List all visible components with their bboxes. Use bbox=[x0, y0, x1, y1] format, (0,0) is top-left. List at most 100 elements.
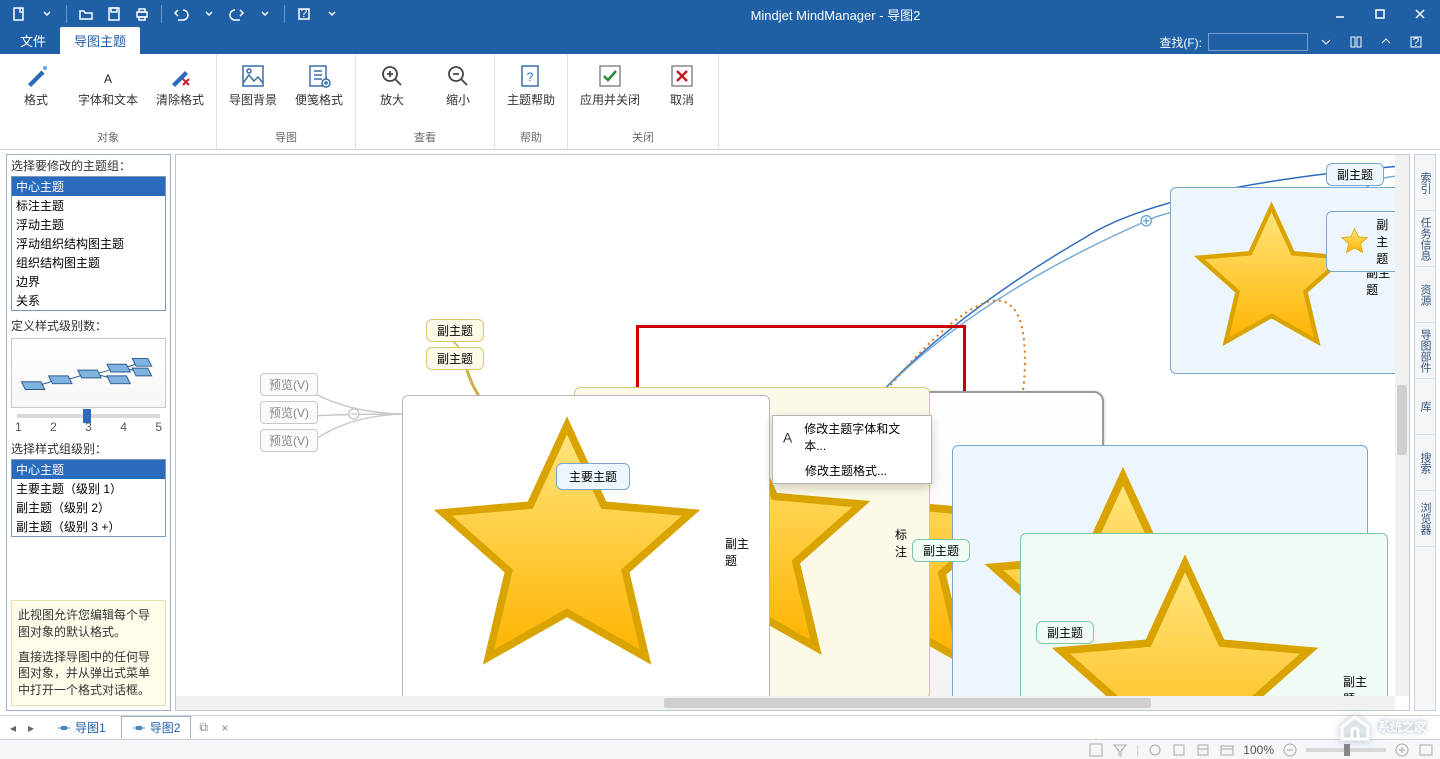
status-icon[interactable] bbox=[1219, 742, 1235, 758]
clear-format-button[interactable]: 清除格式 bbox=[152, 58, 208, 107]
star-icon bbox=[1339, 226, 1370, 257]
sub-topic[interactable]: 副主题 bbox=[426, 319, 484, 342]
list-item[interactable]: 主要主题（级别 1） bbox=[12, 479, 165, 498]
list-item[interactable]: 组织结构图主题 bbox=[12, 253, 165, 272]
doc-tab[interactable]: 导图2 bbox=[121, 716, 192, 739]
sub-topic[interactable]: 副主题 bbox=[1036, 621, 1094, 644]
list-item[interactable]: 中心主题 bbox=[12, 177, 165, 196]
taskpane-tab[interactable]: 搜索 bbox=[1415, 435, 1435, 491]
status-icon[interactable] bbox=[1195, 742, 1211, 758]
search-dropdown[interactable] bbox=[1314, 32, 1338, 52]
note-format-button[interactable]: 便笺格式 bbox=[291, 58, 347, 107]
menu-item-format[interactable]: 修改主题格式... bbox=[773, 458, 931, 483]
tab-popout-button[interactable]: ⧉ bbox=[199, 720, 213, 735]
taskpane-tab[interactable]: 任务信息 bbox=[1415, 211, 1435, 267]
main-area: 选择要修改的主题组： 中心主题 标注主题 浮动主题 浮动组织结构图主题 组织结构… bbox=[0, 150, 1440, 715]
zoom-out-button[interactable]: 缩小 bbox=[430, 58, 486, 107]
fit-view-button[interactable] bbox=[1418, 742, 1434, 758]
slider-thumb[interactable] bbox=[83, 409, 91, 423]
taskpane-tab[interactable]: 资源 bbox=[1415, 267, 1435, 323]
preview-stub[interactable]: 预览(V) bbox=[260, 429, 318, 452]
quick-access-toolbar: ? bbox=[0, 2, 351, 26]
preview-stub[interactable]: 预览(V) bbox=[260, 401, 318, 424]
redo-button[interactable] bbox=[224, 2, 250, 26]
redo-dropdown[interactable] bbox=[252, 2, 278, 26]
list-item[interactable]: 副主题（级别 2） bbox=[12, 498, 165, 517]
sub-topic[interactable]: 副主题 bbox=[1326, 163, 1384, 186]
level-header: 定义样式级别数： bbox=[7, 315, 170, 336]
theme-group-list[interactable]: 中心主题 标注主题 浮动主题 浮动组织结构图主题 组织结构图主题 边界 关系 bbox=[11, 176, 166, 311]
status-icon[interactable] bbox=[1171, 742, 1187, 758]
open-button[interactable] bbox=[73, 2, 99, 26]
main-topic[interactable]: 主要主题 bbox=[556, 463, 630, 490]
preview-stub[interactable]: 预览(V) bbox=[260, 373, 318, 396]
list-item[interactable]: 边界 bbox=[12, 272, 165, 291]
list-item[interactable]: 中心主题 bbox=[12, 460, 165, 479]
new-doc-button[interactable] bbox=[6, 2, 32, 26]
save-button[interactable] bbox=[101, 2, 127, 26]
sub-topic[interactable]: 副主题 bbox=[912, 539, 970, 562]
zoom-in-status-button[interactable] bbox=[1394, 742, 1410, 758]
ribbon-options-button[interactable] bbox=[1344, 32, 1368, 52]
format-button[interactable]: 格式 bbox=[8, 58, 64, 107]
tab-next-button[interactable]: ▸ bbox=[28, 721, 42, 735]
theme-help-button[interactable]: ? 主题帮助 bbox=[503, 58, 559, 107]
left-panel: 选择要修改的主题组： 中心主题 标注主题 浮动主题 浮动组织结构图主题 组织结构… bbox=[6, 154, 171, 711]
mindmap-canvas[interactable]: 中心主题 标注 副主题 副主题 副主题 预览(V) 预览(V) 预览(V) 主要… bbox=[176, 155, 1409, 710]
maximize-button[interactable] bbox=[1360, 0, 1400, 28]
ribbon-help-button[interactable]: ? bbox=[1404, 32, 1428, 52]
tab-map-theme[interactable]: 导图主题 bbox=[60, 27, 140, 54]
cancel-button[interactable]: 取消 bbox=[654, 58, 710, 107]
list-item[interactable]: 副主题（级别 3 +） bbox=[12, 517, 165, 536]
zoom-slider[interactable] bbox=[1306, 748, 1386, 752]
undo-dropdown[interactable] bbox=[196, 2, 222, 26]
map-background-button[interactable]: 导图背景 bbox=[225, 58, 281, 107]
taskpane-tab[interactable]: 导图部件 bbox=[1415, 323, 1435, 379]
search-input[interactable] bbox=[1208, 33, 1308, 51]
map-icon bbox=[132, 722, 146, 734]
floating-topic[interactable]: 副主题 bbox=[402, 395, 770, 709]
star-icon bbox=[415, 400, 719, 704]
sub-topic[interactable]: 副主题 bbox=[426, 347, 484, 370]
new-doc-dropdown[interactable] bbox=[34, 2, 60, 26]
taskpane-tab[interactable]: 浏览器 bbox=[1415, 491, 1435, 547]
menu-item-font-text[interactable]: A 修改主题字体和文本... bbox=[773, 416, 931, 458]
view-mode-icon[interactable] bbox=[1088, 742, 1104, 758]
list-item[interactable]: 浮动组织结构图主题 bbox=[12, 234, 165, 253]
apply-close-button[interactable]: 应用并关闭 bbox=[576, 58, 644, 107]
zoom-level: 100% bbox=[1243, 743, 1274, 757]
taskpane-tab[interactable]: 索引 bbox=[1415, 155, 1435, 211]
ribbon-group-view: 放大 缩小 查看 bbox=[356, 54, 495, 149]
tab-prev-button[interactable]: ◂ bbox=[10, 721, 24, 735]
print-button[interactable] bbox=[129, 2, 155, 26]
list-item[interactable]: 关系 bbox=[12, 291, 165, 310]
help-qa-button[interactable]: ? bbox=[291, 2, 317, 26]
map-icon bbox=[57, 722, 71, 734]
zoom-in-button[interactable]: 放大 bbox=[364, 58, 420, 107]
minimize-button[interactable] bbox=[1320, 0, 1360, 28]
tab-file[interactable]: 文件 bbox=[6, 27, 60, 54]
undo-button[interactable] bbox=[168, 2, 194, 26]
horizontal-scrollbar[interactable] bbox=[176, 696, 1395, 710]
tab-close-button[interactable]: × bbox=[221, 721, 235, 735]
list-item[interactable]: 标注主题 bbox=[12, 196, 165, 215]
list-item[interactable]: 浮动主题 bbox=[12, 215, 165, 234]
font-text-button[interactable]: A 字体和文本 bbox=[74, 58, 142, 107]
scroll-thumb[interactable] bbox=[1397, 385, 1407, 455]
level-slider[interactable]: 1 2 3 4 5 bbox=[13, 410, 164, 434]
font-icon: A bbox=[779, 429, 796, 445]
close-button[interactable] bbox=[1400, 0, 1440, 28]
filter-icon[interactable] bbox=[1112, 742, 1128, 758]
status-icon[interactable] bbox=[1147, 742, 1163, 758]
style-level-list[interactable]: 中心主题 主要主题（级别 1） 副主题（级别 2） 副主题（级别 3 +） bbox=[11, 459, 166, 537]
taskpane-tab[interactable]: 库 bbox=[1415, 379, 1435, 435]
scroll-thumb[interactable] bbox=[664, 698, 1152, 708]
doc-tab[interactable]: 导图1 bbox=[46, 716, 117, 739]
zoom-out-status-button[interactable] bbox=[1282, 742, 1298, 758]
svg-text:A: A bbox=[783, 431, 793, 445]
help-qa-dropdown[interactable] bbox=[319, 2, 345, 26]
style-preview bbox=[11, 338, 166, 408]
vertical-scrollbar[interactable] bbox=[1395, 155, 1409, 696]
title-bar: ? Mindjet MindManager - 导图2 bbox=[0, 0, 1440, 28]
minimize-ribbon-button[interactable] bbox=[1374, 32, 1398, 52]
